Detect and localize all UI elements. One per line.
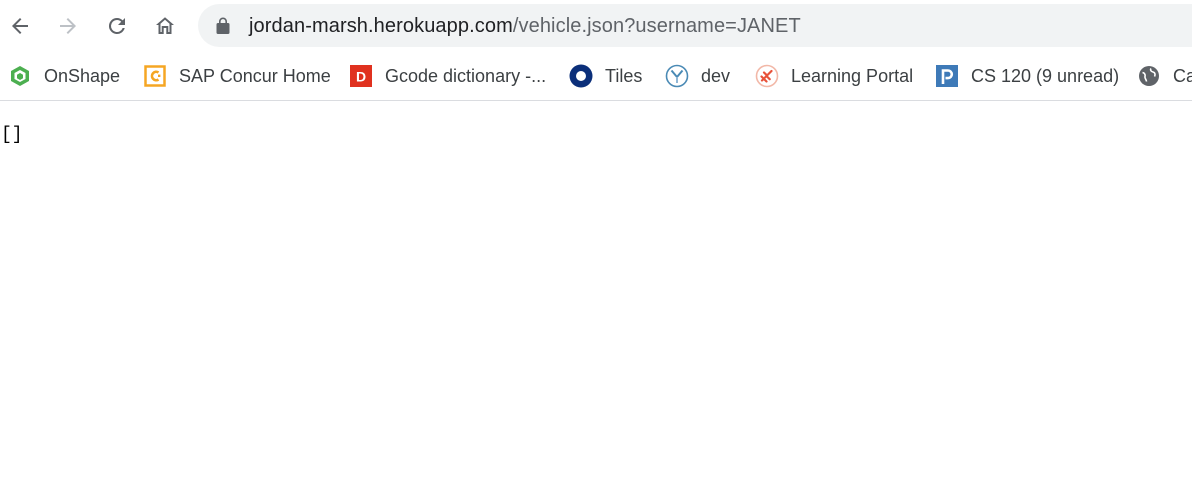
url-text[interactable]: jordan-marsh.herokuapp.com/vehicle.json?…: [249, 15, 801, 37]
tiles-icon: [569, 64, 593, 88]
address-bar[interactable]: jordan-marsh.herokuapp.com/vehicle.json?…: [198, 4, 1192, 47]
page-content: []: [0, 101, 1192, 481]
arrow-left-icon: [8, 14, 32, 38]
lock-icon[interactable]: [216, 17, 230, 40]
bookmark-label: OnShape: [44, 65, 121, 86]
bookmark-sap-concur[interactable]: SAP Concur Home: [143, 62, 331, 90]
learning-portal-icon: [755, 64, 779, 88]
onshape-icon: [8, 64, 32, 88]
home-button[interactable]: [147, 8, 183, 44]
bookmark-label: dev: [701, 65, 731, 86]
dev-icon: [665, 64, 689, 88]
url-host: jordan-marsh.herokuapp.com: [249, 15, 513, 37]
bookmark-label: Tiles: [605, 65, 643, 86]
bookmark-label: SAP Concur Home: [179, 65, 331, 86]
bookmark-onshape[interactable]: OnShape: [8, 62, 120, 90]
duet-d-icon: D: [349, 64, 373, 88]
browser-toolbar: jordan-marsh.herokuapp.com/vehicle.json?…: [0, 0, 1192, 52]
bookmark-learning-portal[interactable]: Learning Portal: [755, 62, 913, 90]
back-button[interactable]: [2, 8, 38, 44]
bookmark-label: Ca: [1173, 65, 1192, 86]
forward-button[interactable]: [50, 8, 86, 44]
reload-button[interactable]: [99, 8, 135, 44]
json-response-text: []: [1, 125, 23, 145]
bookmark-ca-truncated[interactable]: Ca: [1137, 62, 1192, 90]
svg-text:D: D: [356, 69, 366, 85]
reload-icon: [105, 14, 129, 38]
arrow-right-icon: [56, 14, 80, 38]
bookmark-dev[interactable]: dev: [665, 62, 730, 90]
url-path: /vehicle.json?username=JANET: [512, 15, 801, 37]
concur-icon: [143, 64, 167, 88]
bookmark-label: Gcode dictionary -...: [385, 65, 547, 86]
bookmark-label: CS 120 (9 unread): [971, 65, 1120, 86]
bookmark-tiles[interactable]: Tiles: [569, 62, 642, 90]
piazza-icon: [935, 64, 959, 88]
bookmark-cs120-piazza[interactable]: CS 120 (9 unread): [935, 62, 1119, 90]
home-icon: [153, 14, 177, 38]
bookmark-label: Learning Portal: [791, 65, 914, 86]
globe-icon: [1137, 64, 1161, 88]
bookmark-gcode-dictionary[interactable]: D Gcode dictionary -...: [349, 62, 546, 90]
bookmarks-bar: OnShape SAP Concur Home D Gcode dictiona…: [0, 52, 1192, 101]
